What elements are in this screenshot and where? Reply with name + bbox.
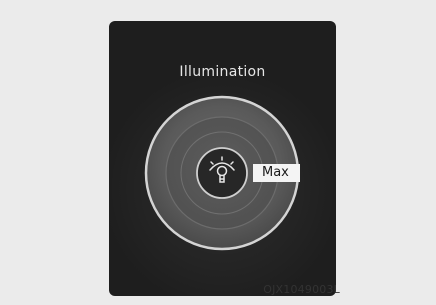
illumination-level-badge: Max xyxy=(253,164,300,182)
illumination-dial xyxy=(144,95,300,251)
cluster-display: Illumination Max OJX1049003L xyxy=(109,21,340,296)
figure-code: OJX1049003L xyxy=(263,283,340,296)
dial-center-button xyxy=(196,147,248,199)
